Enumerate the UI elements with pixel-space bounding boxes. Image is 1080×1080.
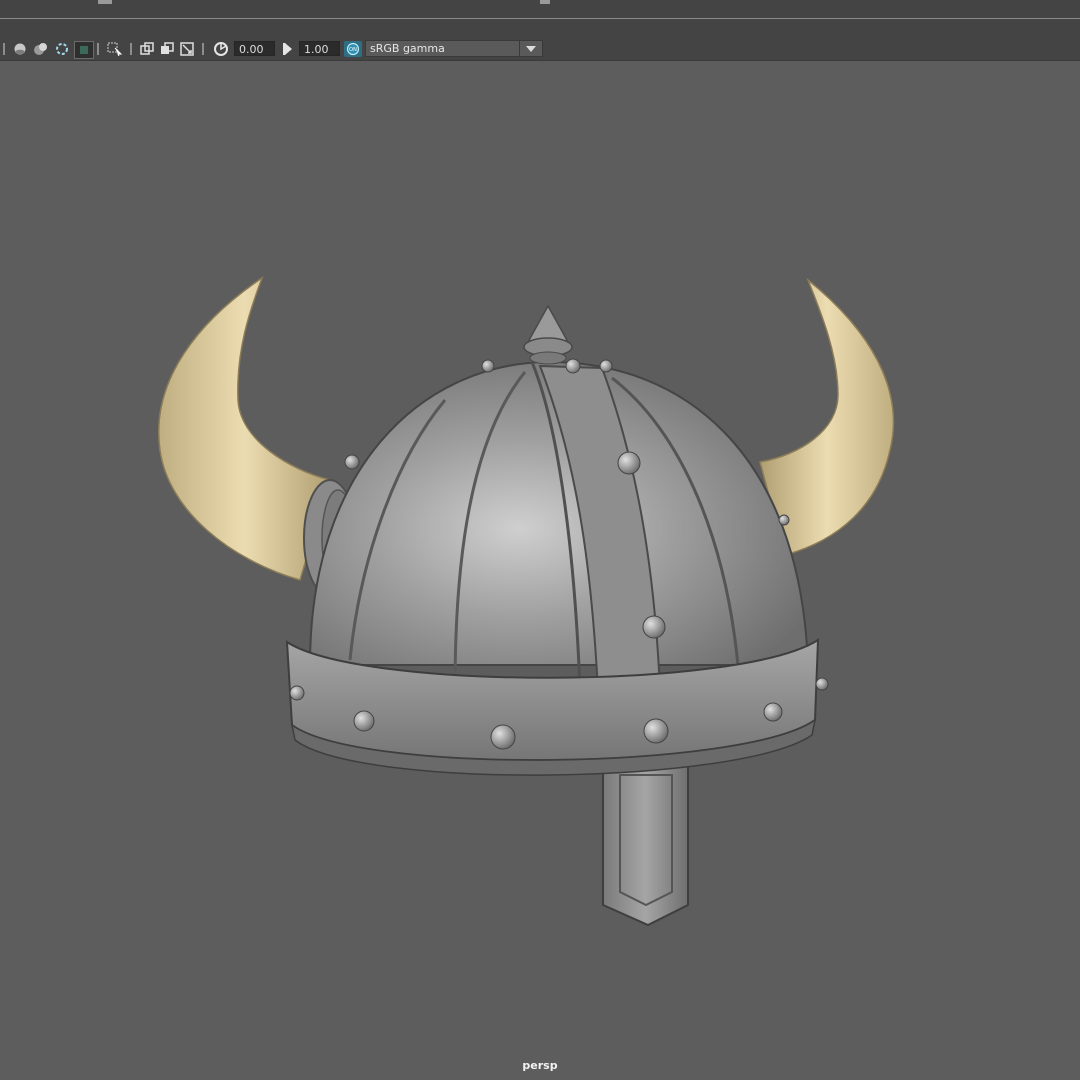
top-spike	[526, 304, 570, 343]
dropdown-arrow-icon[interactable]	[519, 41, 542, 56]
menu-bar	[0, 0, 1080, 19]
menu-item-stub[interactable]	[98, 0, 112, 4]
gamma-icon[interactable]	[279, 41, 297, 57]
camera-label: persp	[522, 1059, 558, 1072]
svg-text:ON: ON	[349, 47, 357, 53]
maya-viewport-window: 0.00 1.00 ON sRGB gamma persp	[0, 0, 1080, 1080]
exposure-icon[interactable]	[212, 41, 230, 57]
panel-menu-strip	[0, 19, 1080, 38]
viewport-toolbar: 0.00 1.00 ON sRGB gamma	[0, 38, 1080, 61]
resolution-gate-icon[interactable]	[159, 41, 175, 57]
toolbar-separator	[130, 43, 132, 55]
exposure-field[interactable]: 0.00	[234, 41, 275, 56]
shading-smooth-icon[interactable]	[12, 41, 28, 57]
select-camera-icon[interactable]	[106, 41, 124, 57]
toolbar-separator	[202, 43, 204, 55]
toolbar-separator	[3, 43, 5, 55]
perspective-viewport[interactable]	[0, 61, 1080, 1080]
horned-helmet-model[interactable]	[0, 61, 1080, 1080]
toolbar-separator	[97, 43, 99, 55]
shading-lit-icon[interactable]	[32, 41, 50, 57]
color-management-icon[interactable]: ON	[344, 41, 362, 57]
isolate-icon[interactable]	[54, 41, 70, 57]
gamma-field[interactable]: 1.00	[299, 41, 340, 56]
right-horn	[759, 277, 895, 556]
menu-item-stub[interactable]	[540, 0, 550, 4]
nose-guard	[602, 764, 689, 927]
gate-mask-icon[interactable]	[179, 41, 195, 57]
color-space-dropdown[interactable]: sRGB gamma	[365, 40, 543, 57]
color-space-value: sRGB gamma	[370, 42, 445, 55]
film-gate-icon[interactable]	[139, 41, 155, 57]
display-mode-icon[interactable]	[74, 41, 94, 59]
